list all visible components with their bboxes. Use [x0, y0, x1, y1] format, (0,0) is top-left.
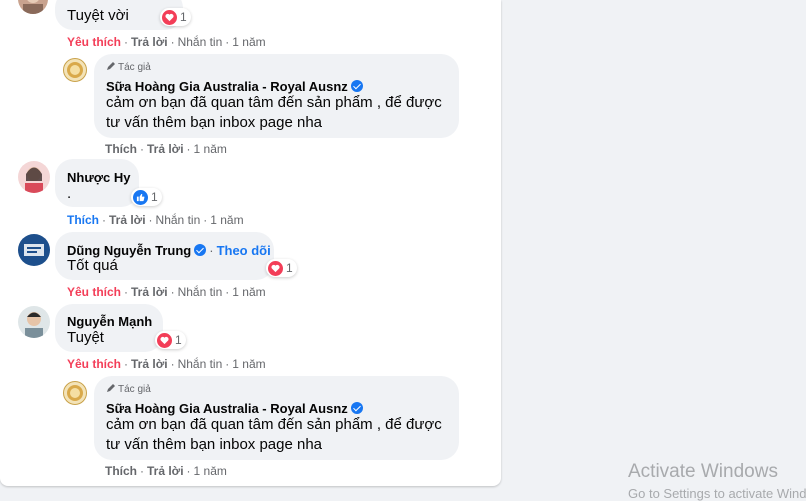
- like-button[interactable]: Thích: [67, 213, 99, 227]
- timestamp[interactable]: 1 năm: [232, 285, 265, 299]
- like-button[interactable]: Yêu thích: [67, 357, 121, 371]
- commenter-avatar[interactable]: [18, 306, 50, 338]
- message-link[interactable]: Nhắn tin: [156, 213, 201, 227]
- comment-actions: Thích · Trả lời · 1 năm: [105, 142, 227, 156]
- pencil-icon: [106, 383, 116, 396]
- timestamp[interactable]: 1 năm: [194, 464, 227, 478]
- timestamp[interactable]: 1 năm: [232, 35, 265, 49]
- comment-bubble: Nguyễn Mạnh Tuyệt: [55, 304, 163, 352]
- reaction-count: 1: [180, 10, 187, 24]
- reaction-badge[interactable]: 1: [160, 8, 191, 26]
- commenter-name[interactable]: Nhược Hy: [67, 170, 130, 185]
- reaction-count: 1: [151, 190, 158, 204]
- comment-actions: Yêu thích · Trả lời · Nhắn tin · 1 năm: [67, 35, 266, 49]
- verified-badge-icon: [194, 244, 207, 256]
- verified-badge-icon: [350, 402, 363, 414]
- like-button[interactable]: Yêu thích: [67, 35, 121, 49]
- reply-button[interactable]: Trả lời: [131, 357, 168, 371]
- follow-button[interactable]: Theo dõi: [217, 243, 271, 258]
- commenter-avatar[interactable]: [18, 0, 48, 14]
- comment-text: Tuyệt: [67, 329, 104, 346]
- comment-bubble: Dũng Nguyễn Trung · Theo dõi Tốt quá: [55, 232, 274, 280]
- reply-button[interactable]: Trả lời: [147, 464, 184, 478]
- commenter-avatar[interactable]: [18, 161, 50, 193]
- commenter-name[interactable]: Sữa Hoàng Gia Australia - Royal Ausnz: [106, 79, 348, 94]
- like-reaction-icon: [133, 189, 148, 205]
- message-link[interactable]: Nhắn tin: [178, 357, 223, 371]
- comments-panel: Tuyệt vời 1 Yêu thích · Trả lời · Nhắn tin · 1…: [0, 0, 501, 486]
- commenter-avatar[interactable]: [18, 234, 50, 266]
- like-button[interactable]: Thích: [105, 142, 137, 156]
- reply-button[interactable]: Trả lời: [147, 142, 184, 156]
- reply-button[interactable]: Trả lời: [109, 213, 146, 227]
- reaction-count: 1: [175, 333, 182, 347]
- author-tag: Tác giả: [106, 61, 151, 74]
- timestamp[interactable]: 1 năm: [232, 357, 265, 371]
- comment-text-line-2: tư vấn thêm bạn inbox page nha: [106, 114, 323, 131]
- comment-actions: Thích · Trả lời · Nhắn tin · 1 năm: [67, 213, 244, 227]
- heart-reaction-icon: [268, 260, 283, 276]
- verified-badge-icon: [350, 80, 363, 92]
- like-button[interactable]: Yêu thích: [67, 285, 121, 299]
- author-tag-label: Tác giả: [118, 62, 151, 73]
- author-tag-label: Tác giả: [118, 384, 151, 395]
- reaction-badge[interactable]: 1: [155, 331, 186, 349]
- activation-watermark-title: Activate Windows: [628, 461, 778, 482]
- comment-text-line-1: cảm ơn bạn đã quan tâm đến sản phẩm , để…: [106, 416, 442, 433]
- timestamp[interactable]: 1 năm: [194, 142, 227, 156]
- like-button[interactable]: Thích: [105, 464, 137, 478]
- message-link[interactable]: Nhắn tin: [178, 35, 223, 49]
- reaction-count: 1: [286, 261, 293, 275]
- heart-reaction-icon: [162, 9, 177, 25]
- page-avatar[interactable]: [63, 381, 87, 405]
- commenter-name[interactable]: Nguyễn Mạnh: [67, 314, 152, 329]
- comment-text-line-2: tư vấn thêm bạn inbox page nha: [106, 436, 323, 453]
- comment-actions: Yêu thích · Trả lời · Nhắn tin · 1 năm: [67, 285, 266, 299]
- reaction-badge[interactable]: 1: [266, 259, 297, 277]
- reply-bubble: Tác giả Sữa Hoàng Gia Australia - Royal …: [94, 376, 459, 460]
- comment-text: Tốt quá: [67, 257, 118, 274]
- comment-bubble: Nhược Hy .: [55, 159, 139, 207]
- comment-actions: Thích · Trả lời · 1 năm: [105, 464, 227, 478]
- comment-text: Tuyệt vời: [67, 7, 129, 24]
- pencil-icon: [106, 61, 116, 74]
- timestamp[interactable]: 1 năm: [210, 213, 243, 227]
- reply-button[interactable]: Trả lời: [131, 35, 168, 49]
- commenter-name[interactable]: Sữa Hoàng Gia Australia - Royal Ausnz: [106, 401, 348, 416]
- comment-actions: Yêu thích · Trả lời · Nhắn tin · 1 năm: [67, 357, 266, 371]
- message-link[interactable]: Nhắn tin: [178, 285, 223, 299]
- comment-text-line-1: cảm ơn bạn đã quan tâm đến sản phẩm , để…: [106, 94, 442, 111]
- reply-button[interactable]: Trả lời: [131, 285, 168, 299]
- comment-text: .: [67, 185, 72, 202]
- page-avatar[interactable]: [63, 58, 87, 82]
- reply-bubble: Tác giả Sữa Hoàng Gia Australia - Royal …: [94, 54, 459, 138]
- author-tag: Tác giả: [106, 383, 151, 396]
- heart-reaction-icon: [157, 332, 172, 348]
- reaction-badge[interactable]: 1: [131, 188, 162, 206]
- activation-watermark-subtitle: Go to Settings to activate Windows.: [628, 486, 806, 501]
